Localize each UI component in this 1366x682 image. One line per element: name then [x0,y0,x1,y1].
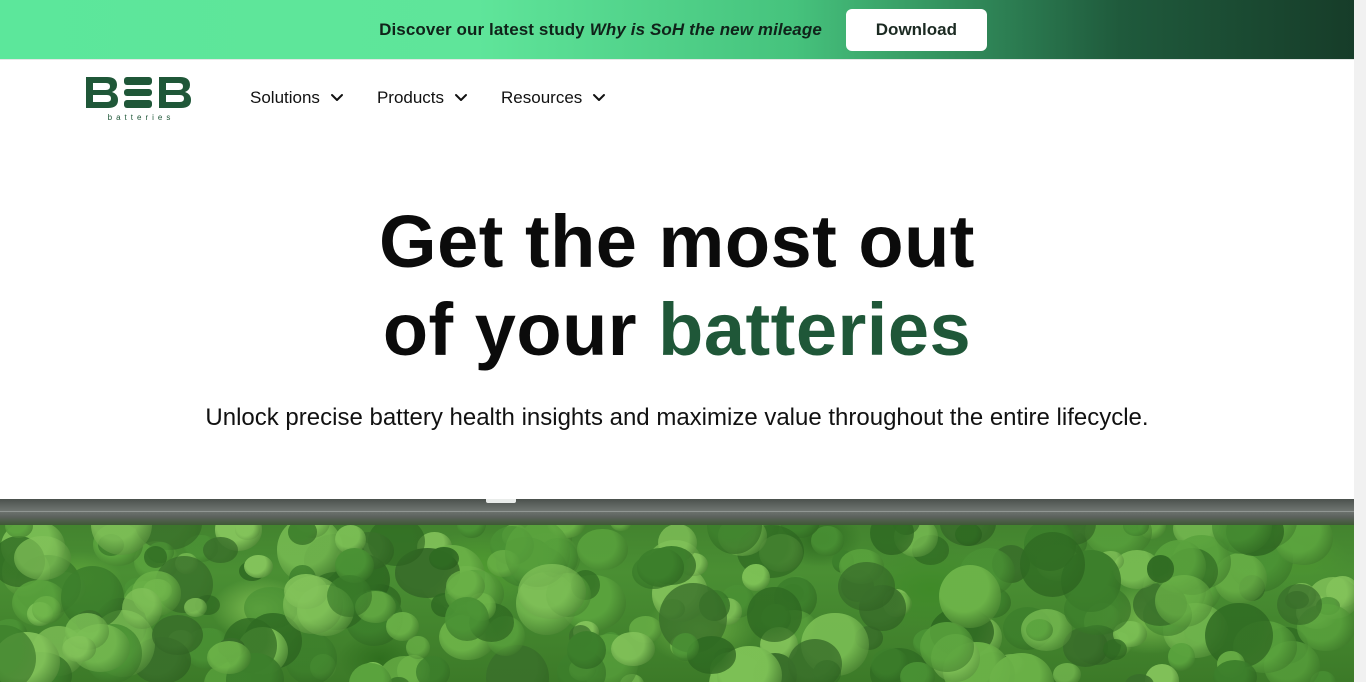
download-button[interactable]: Download [845,8,987,51]
logo[interactable]: batteries [85,75,195,123]
chevron-down-icon [455,94,468,101]
tree-canopy [244,555,274,579]
tree-canopy [671,632,700,662]
hero-title-line2-prefix: of your [382,288,638,371]
tree-canopy [1052,663,1082,682]
tree-canopy [610,631,656,667]
nav-item-label: Products [376,88,445,107]
tree-canopy [637,548,684,587]
nav-item-products[interactable]: Products [377,88,468,108]
tree-canopy [838,562,896,611]
study-title[interactable]: Why is SoH the new mileage [590,20,822,39]
main-navigation: batteries Solutions Products Resources [0,59,1366,139]
tree-canopy [1063,583,1132,635]
nav-item-solutions[interactable]: Solutions [250,88,344,108]
nav-menu: Solutions Products Resources [250,88,606,108]
tree-canopy [61,635,96,663]
hero-title-accent: batteries [658,288,972,371]
scrollbar[interactable] [1354,0,1366,682]
logo-subtext: batteries [108,113,175,122]
chevron-down-icon [593,94,606,101]
nav-item-label: Resources [501,88,583,107]
car [486,499,516,503]
announcement-bar: Discover our latest study Why is SoH the … [0,0,1366,59]
tree-canopy [429,546,459,571]
nav-item-resources[interactable]: Resources [501,88,606,108]
tree-canopy [327,574,372,618]
tree-canopy [121,588,162,630]
tree-canopy [939,564,1001,628]
road [0,499,1354,525]
tree-canopy [406,636,430,660]
hero-title-line1: Get the most out [379,200,975,283]
nav-item-label: Solutions [250,88,320,107]
hero-title: Get the most out of your batteries [0,198,1354,374]
tree-canopy [577,528,628,571]
tree-canopy [203,537,238,563]
tree-canopy [445,597,490,641]
tree-canopy [517,563,586,620]
tree-canopy [1019,531,1085,597]
hero-subtitle: Unlock precise battery health insights a… [205,404,1149,431]
tree-canopy [1277,584,1322,626]
announcement-label: Discover our latest study [379,19,585,39]
tree-canopy [1103,638,1128,661]
announcement-text: Discover our latest study Why is SoH the … [379,20,822,40]
tree-canopy [1167,643,1195,671]
tree-canopy [206,641,251,675]
tree-canopy [1146,554,1175,583]
tree-canopy [13,535,72,581]
tree-canopy [415,656,450,682]
hero-forest-image [0,499,1354,682]
chevron-down-icon [330,94,343,101]
tree-canopy [788,639,843,682]
tree-canopy [566,630,606,669]
